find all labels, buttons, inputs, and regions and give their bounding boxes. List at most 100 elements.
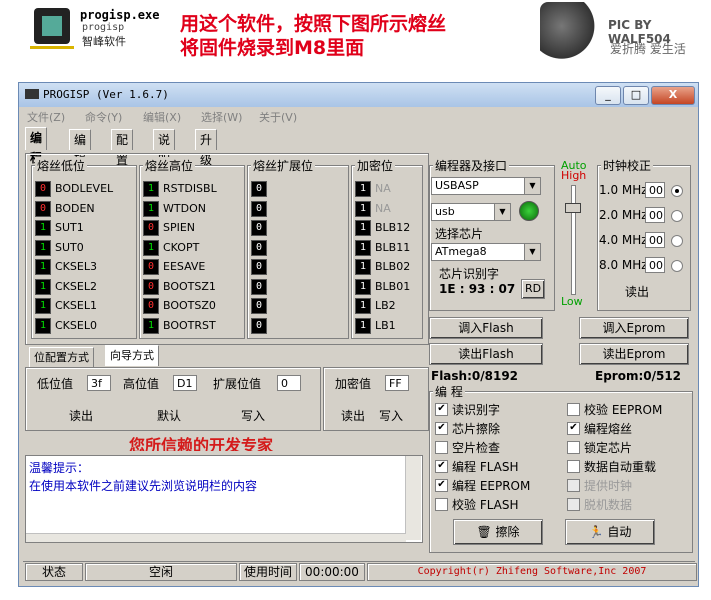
load-flash-button[interactable]: 调入Flash <box>429 317 543 339</box>
slogan: 爱折腾 爱生活 <box>610 42 686 56</box>
high-bit-3[interactable]: 1 <box>143 239 159 256</box>
clock-read-button[interactable]: 读出 <box>625 283 649 300</box>
chip-select[interactable]: ATmega8 ▼ <box>431 243 541 261</box>
option-checkbox-right-3[interactable] <box>567 460 580 473</box>
low-bit-0[interactable]: 0 <box>35 181 51 197</box>
clock-value-0[interactable]: 00 <box>645 182 665 198</box>
option-checkbox-left-3[interactable]: ✔ <box>435 460 448 473</box>
option-checkbox-right-5[interactable] <box>567 498 580 511</box>
low-bit-2[interactable]: 1 <box>35 220 51 236</box>
option-checkbox-right-0[interactable] <box>567 403 580 416</box>
read-lock-button[interactable]: 读出 <box>341 407 365 424</box>
lock-value-input[interactable]: FF <box>385 375 409 391</box>
option-checkbox-left-4[interactable]: ✔ <box>435 479 448 492</box>
default-fuse-button[interactable]: 默认 <box>157 407 181 424</box>
lock-bit-1[interactable]: 1 <box>355 200 371 217</box>
lock-bit-6[interactable]: 1 <box>355 298 371 314</box>
clock-radio-0[interactable] <box>671 185 683 197</box>
tab-edit[interactable]: 编 辑 <box>69 129 92 167</box>
ext-bit-0[interactable]: 0 <box>251 181 267 197</box>
high-bit-7[interactable]: 1 <box>143 317 159 334</box>
low-bit-label-5: CKSEL2 <box>55 279 97 293</box>
ext-bit-3[interactable]: 0 <box>251 239 267 256</box>
option-label-right-0: 校验 EEPROM <box>584 403 663 417</box>
low-value-input[interactable]: 3f <box>87 375 111 391</box>
low-bit-1[interactable]: 0 <box>35 200 51 217</box>
read-signature-button[interactable]: RD <box>521 279 545 299</box>
clock-radio-1[interactable] <box>671 210 683 222</box>
read-fuse-button[interactable]: 读出 <box>69 407 93 424</box>
option-checkbox-right-2[interactable] <box>567 441 580 454</box>
option-checkbox-right-1[interactable]: ✔ <box>567 422 580 435</box>
read-eprom-button[interactable]: 读出Eprom <box>579 343 689 365</box>
fuse-high-title: 熔丝高位 <box>143 157 196 174</box>
high-bit-6[interactable]: 0 <box>143 298 159 314</box>
low-bit-7[interactable]: 1 <box>35 317 51 334</box>
app-company: 智峰软件 <box>82 35 126 48</box>
close-button[interactable]: X <box>651 86 695 105</box>
load-eprom-button[interactable]: 调入Eprom <box>579 317 689 339</box>
erase-button[interactable]: 🗑 擦除 <box>453 519 543 545</box>
high-value-input[interactable]: D1 <box>173 375 197 391</box>
option-checkbox-right-4[interactable] <box>567 479 580 492</box>
clock-radio-2[interactable] <box>671 235 683 247</box>
high-bit-2[interactable]: 0 <box>143 220 159 236</box>
tab-program[interactable]: 编 程 <box>25 127 48 165</box>
low-bit-3[interactable]: 1 <box>35 239 51 256</box>
menu-edit[interactable]: 编辑(X) <box>143 109 181 125</box>
option-checkbox-left-0[interactable]: ✔ <box>435 403 448 416</box>
menu-command[interactable]: 命令(Y) <box>85 109 122 125</box>
clock-value-2[interactable]: 00 <box>645 232 665 248</box>
option-checkbox-left-1[interactable]: ✔ <box>435 422 448 435</box>
clock-radio-3[interactable] <box>671 260 683 272</box>
tab-config[interactable]: 配 置 <box>111 129 134 167</box>
speed-slider[interactable] <box>571 185 576 295</box>
hint-hscroll[interactable] <box>26 533 406 542</box>
tab-upgrade[interactable]: 升 级 <box>195 129 218 167</box>
high-bit-5[interactable]: 0 <box>143 278 159 295</box>
ext-bit-6[interactable]: 0 <box>251 298 267 314</box>
minimize-button[interactable]: _ <box>595 86 621 105</box>
lock-bit-3[interactable]: 1 <box>355 239 371 256</box>
option-checkbox-left-5[interactable] <box>435 498 448 511</box>
ext-bit-7[interactable]: 0 <box>251 317 267 334</box>
hint-vscroll[interactable] <box>405 456 421 540</box>
lock-bit-0[interactable]: 1 <box>355 181 371 197</box>
clock-value-1[interactable]: 00 <box>645 207 665 223</box>
tab-bit-config[interactable]: 位配置方式 <box>29 347 94 368</box>
high-bit-0[interactable]: 1 <box>143 181 159 197</box>
ext-bit-1[interactable]: 0 <box>251 200 267 217</box>
lock-bit-2[interactable]: 1 <box>355 220 371 236</box>
high-bit-1[interactable]: 1 <box>143 200 159 217</box>
low-label: Low <box>561 295 583 308</box>
menu-select[interactable]: 选择(W) <box>201 109 242 125</box>
ext-value-input[interactable]: 0 <box>277 375 301 391</box>
speed-slider-thumb[interactable] <box>565 203 581 213</box>
ext-bit-2[interactable]: 0 <box>251 220 267 236</box>
clock-value-3[interactable]: 00 <box>645 257 665 273</box>
low-bit-label-1: BODEN <box>55 201 95 215</box>
low-bit-label-6: CKSEL1 <box>55 299 97 312</box>
write-lock-button[interactable]: 写入 <box>379 407 403 424</box>
low-bit-5[interactable]: 1 <box>35 278 51 295</box>
low-bit-4[interactable]: 1 <box>35 259 51 275</box>
tab-help[interactable]: 说 明 <box>153 129 176 167</box>
lock-bit-7[interactable]: 1 <box>355 317 371 334</box>
ext-bit-4[interactable]: 0 <box>251 259 267 275</box>
chevron-down-icon: ▼ <box>494 204 510 220</box>
lock-bit-4[interactable]: 1 <box>355 259 371 275</box>
read-flash-button[interactable]: 读出Flash <box>429 343 543 365</box>
write-fuse-button[interactable]: 写入 <box>241 407 265 424</box>
menu-about[interactable]: 关于(V) <box>259 109 297 125</box>
auto-button[interactable]: 🏃 自动 <box>565 519 655 545</box>
low-bit-6[interactable]: 1 <box>35 298 51 314</box>
maximize-button[interactable]: □ <box>623 86 649 105</box>
menu-file[interactable]: 文件(Z) <box>27 109 65 125</box>
high-bit-4[interactable]: 0 <box>143 259 159 275</box>
option-checkbox-left-2[interactable] <box>435 441 448 454</box>
lock-bit-5[interactable]: 1 <box>355 278 371 295</box>
ext-bit-5[interactable]: 0 <box>251 278 267 295</box>
port-select[interactable]: usb ▼ <box>431 203 511 221</box>
tab-wizard[interactable]: 向导方式 <box>105 345 159 366</box>
programmer-select[interactable]: USBASP ▼ <box>431 177 541 195</box>
